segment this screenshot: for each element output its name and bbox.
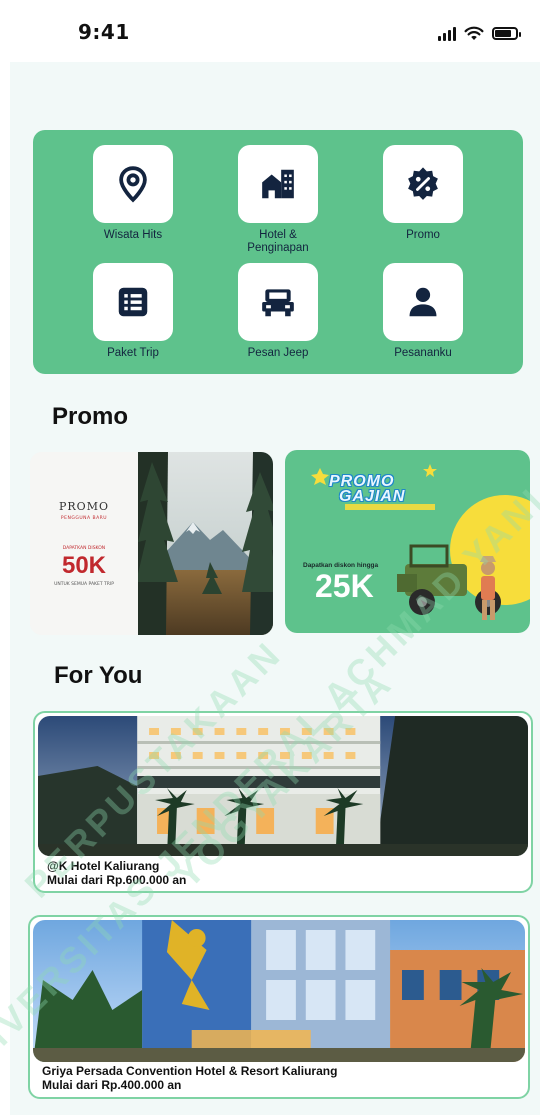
menu-item-wisata-hits[interactable]: Wisata Hits bbox=[73, 145, 193, 242]
status-bar: 9:41 bbox=[0, 0, 540, 62]
menu-item-paket-trip[interactable]: Paket Trip bbox=[73, 263, 193, 360]
map-pin-icon bbox=[119, 166, 147, 203]
menu-label: Paket Trip bbox=[107, 347, 159, 359]
hotel-image bbox=[38, 716, 528, 856]
cellular-signal-icon bbox=[438, 26, 456, 41]
promo-banner-note: UNTUK SEMUA PAKET TRIP bbox=[54, 582, 114, 587]
menu-item-hotel-penginapan[interactable]: Hotel & Penginapan bbox=[218, 145, 338, 255]
promo-banner-subtitle: PENGGUNA BARU bbox=[60, 516, 108, 521]
menu-panel: Wisata Hits Hotel & Penginapan Promo Pak… bbox=[33, 130, 523, 374]
menu-item-promo[interactable]: Promo bbox=[363, 145, 483, 242]
list-icon bbox=[118, 287, 148, 317]
battery-icon bbox=[492, 27, 521, 40]
menu-label: Pesan Jeep bbox=[247, 347, 309, 359]
promo-banner-gajian[interactable]: PROMO GAJIAN Dapatkan diskon hingga 25K bbox=[285, 450, 530, 633]
hotel-card[interactable]: @K Hotel Kaliurang Mulai dari Rp.600.000… bbox=[33, 711, 533, 893]
hotel-card[interactable]: Griya Persada Convention Hotel & Resort … bbox=[28, 915, 530, 1099]
hotel-price: Mulai dari Rp.600.000 an bbox=[47, 873, 187, 887]
mountain-forest-image bbox=[138, 452, 273, 635]
hotel-card-text: @K Hotel Kaliurang Mulai dari Rp.600.000… bbox=[47, 859, 186, 887]
menu-label: Wisata Hits bbox=[103, 229, 163, 241]
menu-label: Hotel & Penginapan bbox=[247, 229, 309, 254]
hotel-name: Griya Persada Convention Hotel & Resort … bbox=[42, 1064, 338, 1078]
promo-section-title: Promo bbox=[52, 403, 129, 430]
menu-tile bbox=[93, 145, 173, 223]
promo-banner-title: PROMO GAJIAN bbox=[329, 473, 439, 505]
jeep-icon bbox=[262, 289, 294, 317]
user-icon bbox=[409, 287, 437, 317]
promo-banner-title-line2: GAJIAN bbox=[339, 488, 406, 505]
status-time: 9:41 bbox=[78, 20, 130, 44]
promo-banner-value: 50K bbox=[61, 552, 107, 579]
hotel-name: @K Hotel Kaliurang bbox=[47, 859, 160, 873]
menu-label: Pesananku bbox=[394, 347, 452, 359]
wifi-icon bbox=[464, 26, 484, 40]
menu-item-pesan-jeep[interactable]: Pesan Jeep bbox=[218, 263, 338, 360]
menu-tile bbox=[383, 145, 463, 223]
menu-tile bbox=[383, 263, 463, 341]
promo-banner-line: DAPATKAN DISKON bbox=[62, 546, 106, 551]
promo-banner-title: PROMO bbox=[59, 500, 109, 513]
building-icon bbox=[262, 169, 294, 199]
menu-tile bbox=[93, 263, 173, 341]
hotel-card-text: Griya Persada Convention Hotel & Resort … bbox=[42, 1064, 337, 1092]
promo-banner-value: 25K bbox=[315, 568, 374, 604]
hotel-photo bbox=[33, 920, 525, 1062]
promo-banner-title-line1: PROMO bbox=[329, 473, 395, 490]
hotel-photo bbox=[38, 716, 528, 856]
discount-badge-icon bbox=[408, 167, 438, 200]
promo-banner-new-user[interactable]: PROMO PENGGUNA BARU DAPATKAN DISKON 50K … bbox=[30, 452, 273, 635]
hotel-price: Mulai dari Rp.400.000 an bbox=[42, 1078, 182, 1092]
menu-item-pesananku[interactable]: Pesananku bbox=[363, 263, 483, 360]
for-you-section-title: For You bbox=[54, 662, 143, 689]
hotel-image bbox=[33, 920, 525, 1062]
menu-label: Promo bbox=[406, 229, 440, 241]
promo-banner-text-panel bbox=[30, 452, 138, 635]
menu-tile bbox=[238, 263, 318, 341]
menu-tile bbox=[238, 145, 318, 223]
status-icons bbox=[438, 26, 521, 41]
